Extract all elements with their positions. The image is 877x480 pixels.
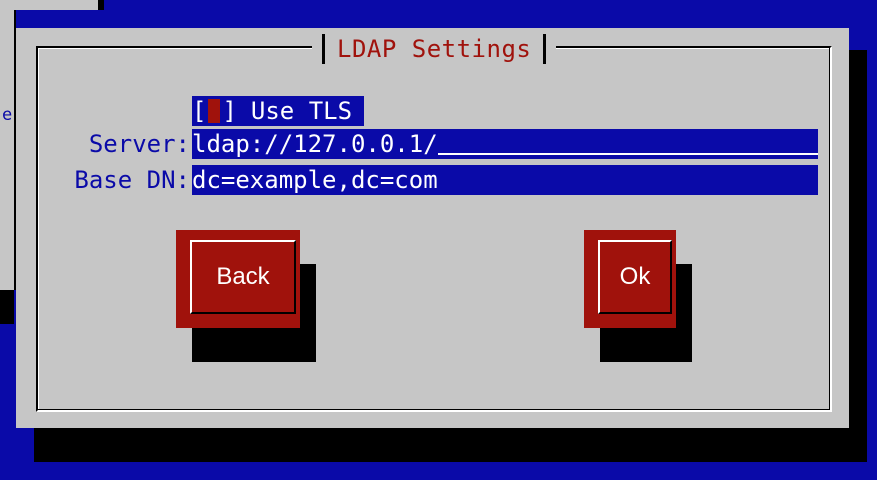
ok-button-label: Ok [598,240,672,314]
use-tls-checkbox[interactable]: [ ] Use TLS [192,96,364,126]
background-window-edge [0,0,104,10]
checkbox-close-bracket: ] [222,97,237,125]
dialog-title: LDAP Settings [337,35,532,63]
dialog-title-bar: LDAP Settings [312,34,557,64]
server-input[interactable]: ldap://127.0.0.1/ [192,129,818,159]
server-row: Server: [32,128,190,160]
background-window-shadow [0,290,14,324]
checkbox-open-bracket: [ [192,97,207,125]
server-value: ldap://127.0.0.1/ [192,130,438,158]
ldap-settings-dialog: LDAP Settings [ ] Use TLS Server: ldap:/… [16,28,849,428]
title-right-tick [543,34,547,64]
text-cursor [208,99,221,123]
back-button[interactable]: Back [176,230,300,328]
base-dn-value: dc=example,dc=com [192,166,438,194]
ok-button[interactable]: Ok [584,230,676,328]
field-fill [437,153,818,155]
base-dn-row: Base DN: [32,164,190,196]
base-dn-input[interactable]: dc=example,dc=com [192,165,818,195]
back-button-label: Back [190,240,296,314]
base-dn-label: Base DN: [74,166,190,194]
use-tls-label: Use TLS [250,97,353,125]
server-label: Server: [88,130,190,158]
background-window-text: e [0,100,14,130]
dialog-frame [36,46,832,412]
background-window [0,0,16,290]
